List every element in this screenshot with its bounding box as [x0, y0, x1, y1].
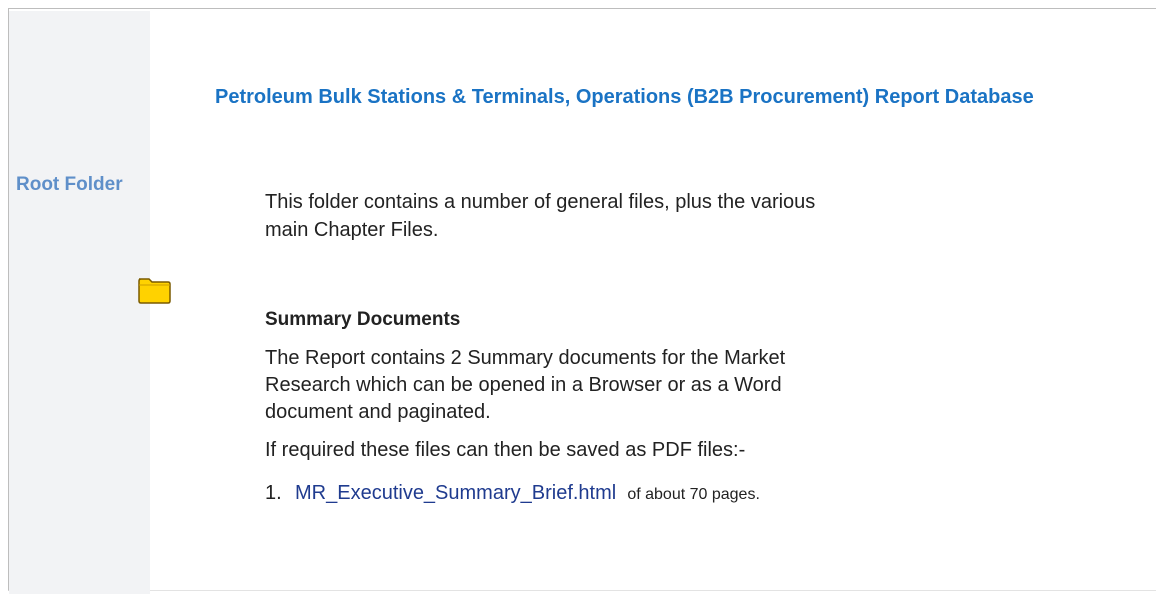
folder-icon[interactable] [130, 277, 179, 305]
sidebar [9, 11, 150, 594]
root-folder-label: Root Folder [16, 174, 123, 195]
page-title: Petroleum Bulk Stations & Terminals, Ope… [215, 86, 1034, 108]
list-item: 1. MR_Executive_Summary_Brief.html of abo… [265, 479, 965, 509]
executive-summary-link[interactable]: MR_Executive_Summary_Brief.html [295, 482, 616, 504]
summary-description: The Report contains 2 Summary documents … [265, 347, 786, 423]
intro-text: This folder contains a number of general… [265, 191, 816, 241]
summary-heading: Summary Documents [265, 309, 461, 330]
list-number: 1. [265, 482, 282, 504]
page-count-text: of about 70 pages. [627, 486, 760, 503]
pdf-note: If required these files can then be save… [265, 439, 746, 461]
